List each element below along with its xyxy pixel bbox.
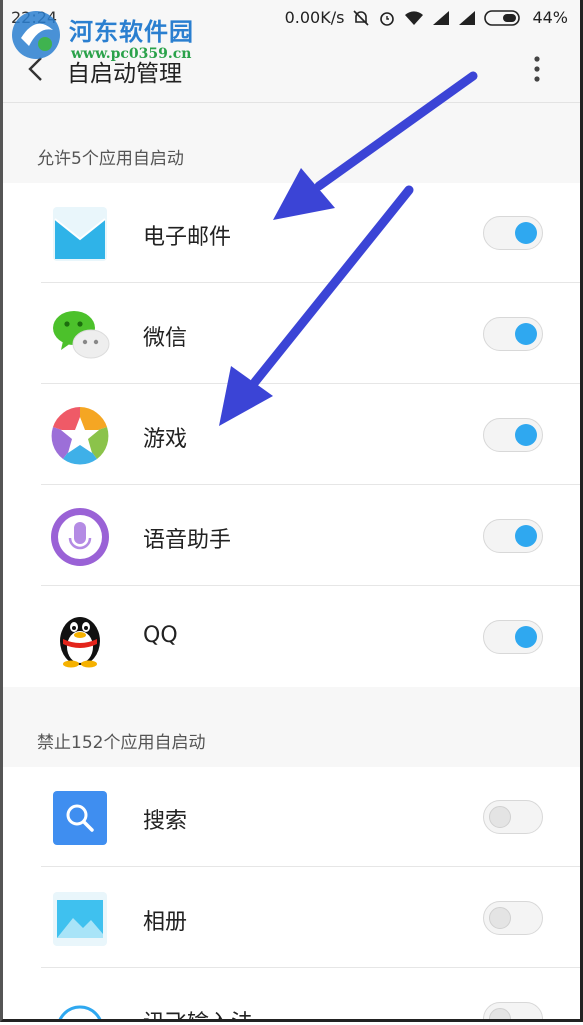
- signal-icon: [433, 10, 450, 25]
- toggle-knob: [489, 806, 511, 828]
- mute-bell-icon: [353, 9, 370, 26]
- app-row-qq[interactable]: QQ: [3, 587, 580, 687]
- section-title-allowed: 允许5个应用自启动: [37, 149, 184, 169]
- qq-penguin-icon: [60, 617, 100, 668]
- app-row-input-method[interactable]: 讯飞输入法: [3, 969, 580, 1019]
- microphone-icon: [51, 508, 109, 566]
- battery-percent: 44%: [532, 8, 568, 27]
- row-divider: [41, 967, 580, 968]
- toggle-knob: [515, 525, 537, 547]
- toggle-knob: [515, 323, 537, 345]
- row-divider: [41, 484, 580, 485]
- game-star-icon: [51, 407, 109, 465]
- input-method-icon: [58, 1005, 102, 1019]
- watermark-url: www.pc0359.cn: [71, 46, 192, 62]
- app-row-games[interactable]: 游戏: [3, 385, 580, 485]
- email-icon: [53, 207, 107, 261]
- app-row-email[interactable]: 电子邮件: [3, 183, 580, 283]
- row-divider: [41, 585, 580, 586]
- status-icons: 0.00K/s 44%: [285, 8, 568, 27]
- watermark: 河东软件园 www.pc0359.cn: [9, 4, 219, 66]
- app-row-voice-assistant[interactable]: 语音助手: [3, 486, 580, 586]
- wechat-icon: [53, 311, 110, 359]
- watermark-logo-icon: [12, 11, 60, 59]
- battery-icon: [484, 9, 521, 26]
- autostart-toggle[interactable]: [483, 620, 543, 654]
- section-header-blocked: 禁止152个应用自启动: [3, 687, 580, 767]
- app-label: 电子邮件: [143, 225, 232, 250]
- wifi-icon: [405, 10, 424, 25]
- net-speed: 0.00K/s: [284, 8, 345, 27]
- row-divider: [41, 866, 580, 867]
- watermark-title: 河东软件园: [69, 18, 194, 46]
- autostart-toggle[interactable]: [483, 418, 543, 452]
- alarm-icon: [380, 11, 395, 26]
- autostart-toggle[interactable]: [483, 901, 543, 935]
- app-row-search[interactable]: 搜索: [3, 767, 580, 867]
- autostart-toggle[interactable]: [483, 800, 543, 834]
- app-label: 相册: [143, 910, 188, 935]
- app-label: 游戏: [143, 427, 188, 452]
- section-header-allowed: 允许5个应用自启动: [3, 103, 580, 183]
- toggle-knob: [489, 1008, 511, 1019]
- autostart-toggle[interactable]: [483, 1002, 543, 1019]
- signal-2-icon: [459, 10, 476, 25]
- search-icon: [53, 791, 107, 845]
- phone-screen: 22:24 0.00K/s 44%: [0, 0, 583, 1022]
- gallery-icon: [53, 892, 107, 946]
- app-row-wechat[interactable]: 微信: [3, 284, 580, 384]
- app-label: 搜索: [143, 809, 188, 834]
- app-label: 讯飞输入法: [143, 1005, 253, 1019]
- section-title-blocked: 禁止152个应用自启动: [37, 733, 206, 753]
- row-divider: [41, 383, 580, 384]
- toggle-knob: [515, 424, 537, 446]
- autostart-toggle[interactable]: [483, 519, 543, 553]
- autostart-toggle[interactable]: [483, 216, 543, 250]
- autostart-toggle[interactable]: [483, 317, 543, 351]
- more-vert-icon[interactable]: [530, 54, 544, 84]
- app-row-gallery[interactable]: 相册: [3, 868, 580, 968]
- row-divider: [41, 282, 580, 283]
- app-label: 微信: [143, 326, 188, 351]
- toggle-knob: [515, 626, 537, 648]
- app-label: 语音助手: [143, 528, 232, 553]
- toggle-knob: [515, 222, 537, 244]
- app-label: QQ: [143, 623, 178, 648]
- toggle-knob: [489, 907, 511, 929]
